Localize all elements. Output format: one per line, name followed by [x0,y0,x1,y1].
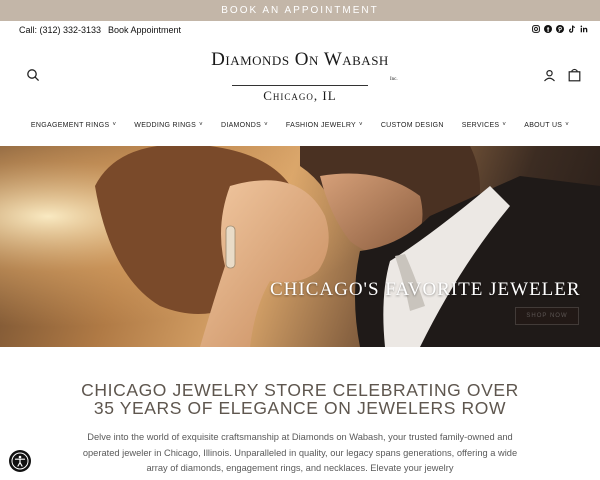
nav-label: ABOUT US [524,121,563,129]
intro-heading-line-1: CHICAGO JEWELRY STORE CELEBRATING OVER [81,380,519,400]
facebook-icon[interactable] [544,25,552,33]
main-navigation: ENGAGEMENT RINGS ˅ WEDDING RINGS ˅ DIAMO… [0,118,600,132]
logo-divider [232,85,368,86]
linkedin-icon[interactable] [580,25,588,33]
hero-shop-button[interactable]: SHOP NOW [515,307,579,325]
announcement-text[interactable]: BOOK AN APPOINTMENT [221,5,378,16]
chevron-down-icon: ˅ [112,122,117,128]
account-icon[interactable] [543,69,559,85]
store-logo[interactable]: Diamonds On Wabash Inc. Chicago, IL [150,49,450,103]
hero-image [0,146,600,347]
phone-link[interactable]: Call: (312) 332-3133 [19,25,101,35]
nav-label: FASHION JEWELRY [285,121,357,129]
pinterest-icon[interactable] [556,25,564,33]
chevron-down-icon: ˅ [264,122,268,128]
intro-heading-line-2: 35 YEARS OF ELEGANCE ON JEWELERS ROW [93,398,507,418]
nav-custom-design[interactable]: CUSTOM DESIGN [381,118,444,132]
announcement-bar[interactable]: BOOK AN APPOINTMENT [0,0,600,21]
accessibility-icon[interactable] [9,450,31,472]
intro-paragraph: Delve into the world of exquisite crafts… [82,432,518,473]
tiktok-icon[interactable] [568,25,576,33]
logo-inc: Inc. [390,77,398,82]
chevron-down-icon: ˅ [502,122,507,128]
nav-label: CUSTOM DESIGN [380,121,444,129]
nav-services[interactable]: SERVICES ˅ [462,118,507,132]
nav-wedding-rings[interactable]: WEDDING RINGS ˅ [134,118,203,132]
logo-wordmark: Diamonds On Wabash [211,49,389,70]
nav-fashion-jewelry[interactable]: FASHION JEWELRY ˅ [286,118,363,132]
chevron-down-icon: ˅ [565,122,570,128]
hero-banner: CHICAGO'S FAVORITE JEWELER SHOP NOW [0,146,600,347]
cart-icon[interactable] [568,68,584,84]
nav-label: ENGAGEMENT RINGS [30,121,110,129]
search-icon[interactable] [26,68,42,84]
book-appointment-link[interactable]: Book Appointment [108,25,181,35]
site-header: Diamonds On Wabash Inc. Chicago, IL [0,40,600,110]
instagram-icon[interactable] [532,25,540,33]
nav-diamonds[interactable]: DIAMONDS ˅ [221,118,268,132]
chevron-down-icon: ˅ [359,122,363,128]
nav-about-us[interactable]: ABOUT US ˅ [524,118,569,132]
intro-heading: CHICAGO JEWELRY STORE CELEBRATING OVER 3… [40,381,560,417]
utility-bar: Call: (312) 332-3133 Book Appointment [0,21,600,40]
nav-label: WEDDING RINGS [134,121,197,129]
chevron-down-icon: ˅ [199,122,203,128]
social-links [532,25,588,33]
logo-location: Chicago, IL [263,88,337,103]
nav-label: SERVICES [461,121,500,129]
nav-engagement-rings[interactable]: ENGAGEMENT RINGS ˅ [31,118,116,132]
hero-title: CHICAGO'S FAVORITE JEWELER [270,279,581,300]
nav-label: DIAMONDS [220,121,262,129]
